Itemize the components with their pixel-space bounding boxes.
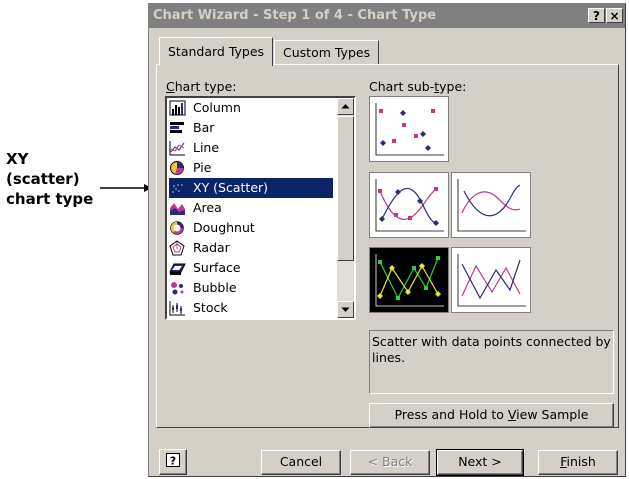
chart-subtype-label: Chart sub-type:: [369, 79, 467, 94]
finish-button[interactable]: Finish: [538, 450, 618, 475]
line-chart-icon: [169, 141, 185, 156]
smoothed-lines-markers-preview: [375, 179, 444, 232]
list-item-stock[interactable]: Stock: [169, 298, 333, 318]
chart-type-label: Chart type:: [166, 79, 237, 94]
arrow-up-icon: [341, 104, 350, 109]
subtype-description: Scatter with data points connected by li…: [369, 330, 614, 394]
list-item-bubble[interactable]: Bubble: [169, 278, 333, 298]
subtype-lines[interactable]: [451, 247, 531, 313]
lines-markers-preview: [375, 254, 444, 307]
scroll-down-button[interactable]: [337, 301, 354, 318]
chart-type-list[interactable]: Column Bar Line Pie XY (Scatter) Area Do…: [165, 96, 356, 320]
scatter-chart-icon: [170, 181, 185, 195]
list-item-surface[interactable]: Surface: [169, 258, 333, 278]
arrow-down-icon: [341, 307, 350, 312]
scatter-markers-preview: [375, 103, 444, 156]
help-assistant-icon: ?: [166, 453, 180, 468]
list-item-bar[interactable]: Bar: [169, 118, 333, 138]
subtype-smoothed-lines[interactable]: [451, 172, 531, 238]
svg-text:?: ?: [170, 455, 176, 468]
subtype-smoothed-lines-markers[interactable]: [369, 172, 449, 238]
smoothed-lines-preview: [457, 179, 526, 232]
view-sample-button[interactable]: Press and Hold to View Sample: [369, 403, 614, 428]
help-button[interactable]: ?: [588, 8, 605, 23]
cancel-button[interactable]: Cancel: [261, 450, 341, 475]
callout-label: XY (scatter) chart type: [6, 150, 94, 208]
office-assistant-button[interactable]: ?: [159, 449, 187, 475]
list-item-radar[interactable]: Radar: [169, 238, 333, 258]
scroll-thumb[interactable]: [337, 116, 354, 261]
dialog-title: Chart Wizard - Step 1 of 4 - Chart Type: [153, 8, 437, 23]
subtype-lines-markers[interactable]: [369, 247, 449, 313]
next-button[interactable]: Next >: [436, 449, 524, 476]
pie-chart-icon: [170, 161, 184, 175]
tab-custom-types[interactable]: Custom Types: [274, 40, 380, 65]
callout-arrow: [100, 184, 152, 192]
stock-chart-icon: [169, 301, 185, 316]
subtype-scatter-markers[interactable]: [369, 96, 449, 162]
list-item-area[interactable]: Area: [169, 198, 333, 218]
list-item-pie[interactable]: Pie: [169, 158, 333, 178]
list-item-line[interactable]: Line: [169, 138, 333, 158]
lines-preview: [457, 254, 526, 307]
radar-chart-icon: [169, 240, 185, 256]
chart-type-scrollbar[interactable]: [337, 98, 354, 318]
column-chart-icon: [169, 100, 186, 116]
list-item-xy-scatter[interactable]: XY (Scatter): [169, 178, 333, 198]
chart-wizard-dialog: Chart Wizard - Step 1 of 4 - Chart Type …: [148, 3, 626, 477]
bar-chart-icon: [170, 122, 184, 133]
close-button[interactable]: ×: [606, 8, 623, 23]
list-item-doughnut[interactable]: Doughnut: [169, 218, 333, 238]
doughnut-chart-icon: [170, 221, 184, 235]
back-button[interactable]: < Back: [350, 450, 430, 475]
surface-chart-icon: [169, 263, 186, 275]
area-chart-icon: [170, 203, 185, 215]
title-bar[interactable]: Chart Wizard - Step 1 of 4 - Chart Type: [149, 4, 625, 28]
scroll-up-button[interactable]: [337, 98, 354, 115]
tab-standard-types[interactable]: Standard Types: [159, 37, 274, 66]
bubble-chart-icon: [171, 282, 184, 295]
list-item-column[interactable]: Column: [169, 98, 333, 118]
